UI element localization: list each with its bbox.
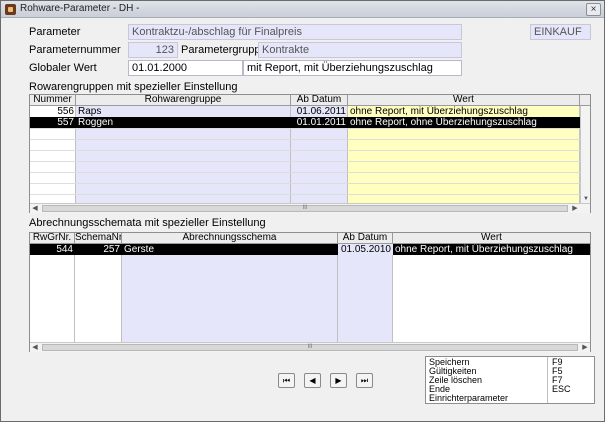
cell-rohwarengruppe: Raps xyxy=(78,106,102,117)
cell-wert: ohne Report, mit Überziehungszuschlag xyxy=(393,244,590,255)
app-icon xyxy=(5,4,16,15)
header-nummer[interactable]: Nummer xyxy=(30,95,76,106)
grid2-hscroll[interactable]: ◀ III ▶ xyxy=(30,342,590,352)
grid1-hscroll[interactable]: ◀ III ▶ xyxy=(30,203,590,213)
table-row-selected[interactable]: 557 Roggen 01.01.2011 ohne Report, ohne … xyxy=(30,117,580,128)
parameternummer-label: Parameternummer xyxy=(29,44,121,56)
header-ab-datum[interactable]: Ab Datum xyxy=(338,233,393,244)
scroll-left-arrow[interactable]: ◀ xyxy=(30,204,40,214)
cell-rohwarengruppe: Roggen xyxy=(78,117,114,128)
parameter-label: Parameter xyxy=(29,26,81,38)
previous-record-button[interactable]: ◀ xyxy=(304,373,321,388)
first-record-button[interactable]: ⏮ xyxy=(278,373,295,388)
header-rwgrnr[interactable]: RwGrNr. xyxy=(30,233,75,244)
header-abrechnungsschema[interactable]: Abrechnungsschema xyxy=(122,233,338,244)
header-wert[interactable]: Wert xyxy=(348,95,580,106)
shortcut-einrichterparameter[interactable]: Einrichterparameter xyxy=(429,394,508,403)
cell-abrechnungsschema: Gerste xyxy=(122,244,338,255)
scroll-right-arrow[interactable]: ▶ xyxy=(570,204,580,214)
next-record-button[interactable]: ▶ xyxy=(330,373,347,388)
cell-wert: ohne Report, mit Überziehungszuschlag xyxy=(350,106,528,117)
cell-ab-datum: 01.05.2010 xyxy=(338,244,393,255)
shortcut-list[interactable]: Speichern F9 Gültigkeiten F5 Zeile lösch… xyxy=(425,356,595,404)
parametergruppe-label: Parametergruppe xyxy=(181,44,267,56)
close-button[interactable]: × xyxy=(586,3,601,16)
globaler-wert-label: Globaler Wert xyxy=(29,62,97,74)
cell-wert: ohne Report, ohne Überziehungszuschlag xyxy=(350,117,537,128)
scroll-thumb[interactable]: III xyxy=(42,205,568,212)
einkauf-field[interactable]: EINKAUF xyxy=(530,24,591,40)
last-record-button[interactable]: ⏭ xyxy=(356,373,373,388)
cell-schemanr: 257 xyxy=(75,244,122,255)
window: Rohware-Parameter - DH - × Parameter Kon… xyxy=(0,0,605,422)
globaler-date-field[interactable]: 01.01.2000 xyxy=(128,60,243,76)
header-schemanr[interactable]: SchemaNr xyxy=(75,233,122,244)
globaler-value-field[interactable]: mit Report, mit Überziehungszuschlag xyxy=(243,60,462,76)
grid2-title: Abrechnungsschemata mit spezieller Einst… xyxy=(29,217,266,229)
header-rohwarengruppe[interactable]: Rohwarengruppe xyxy=(76,95,291,106)
title-bar[interactable]: Rohware-Parameter - DH - × xyxy=(1,1,604,18)
cell-ab-datum: 01.01.2011 xyxy=(296,117,346,128)
scroll-down-arrow[interactable]: ▼ xyxy=(582,195,590,203)
header-ab-datum[interactable]: Ab Datum xyxy=(291,95,348,106)
cell-nummer: 556 xyxy=(57,106,74,117)
parameternummer-field[interactable]: 123 xyxy=(128,42,178,58)
grid1-title: Rowarengruppen mit spezieller Einstellun… xyxy=(29,81,238,93)
cell-nummer: 557 xyxy=(57,117,74,128)
table-row-selected[interactable]: 544 257 Gerste 01.05.2010 ohne Report, m… xyxy=(30,244,590,255)
scroll-left-arrow[interactable]: ◀ xyxy=(30,343,40,353)
header-wert[interactable]: Wert xyxy=(393,233,590,244)
scroll-right-arrow[interactable]: ▶ xyxy=(580,343,590,353)
window-title: Rohware-Parameter - DH - xyxy=(20,3,140,14)
cell-rwgrnr: 544 xyxy=(30,244,75,255)
scroll-thumb[interactable]: III xyxy=(42,344,578,351)
rohwarengruppen-grid[interactable]: Nummer Rohwarengruppe Ab Datum Wert 556 … xyxy=(29,94,591,213)
grid1-vscroll[interactable]: ▼ xyxy=(580,106,590,203)
shortcut-key: ESC xyxy=(552,384,571,394)
abrechnungsschemata-grid[interactable]: RwGrNr. SchemaNr Abrechnungsschema Ab Da… xyxy=(29,232,591,352)
parametergruppe-field[interactable]: Kontrakte xyxy=(258,42,462,58)
cell-ab-datum: 01.06.2011 xyxy=(296,106,346,117)
parameter-field[interactable]: Kontraktzu-/abschlag für Finalpreis xyxy=(128,24,462,40)
table-row[interactable]: 556 Raps 01.06.2011 ohne Report, mit Übe… xyxy=(30,106,580,117)
